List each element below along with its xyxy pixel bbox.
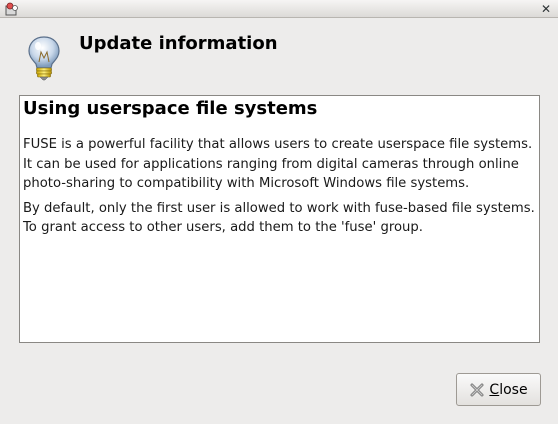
info-paragraph: FUSE is a powerful facility that allows … (23, 137, 533, 191)
close-button[interactable]: Close (456, 373, 541, 406)
info-heading: Using userspace file systems (23, 98, 318, 119)
close-icon (470, 383, 484, 396)
update-information-dialog: ✕ Update information Using userspace fil… (0, 0, 558, 424)
window-close-button[interactable]: ✕ (538, 1, 554, 17)
app-icon (5, 2, 18, 16)
title-bar[interactable]: ✕ (0, 0, 558, 18)
close-button-label: Close (489, 382, 527, 398)
lightbulb-icon (28, 36, 60, 81)
close-label-rest: lose (499, 381, 528, 398)
close-mnemonic: C (489, 381, 500, 398)
info-paragraph: By default, only the first user is allow… (23, 200, 535, 236)
dialog-title: Update information (79, 33, 278, 54)
info-text-panel[interactable]: Using userspace file systems FUSE is a p… (19, 95, 540, 343)
